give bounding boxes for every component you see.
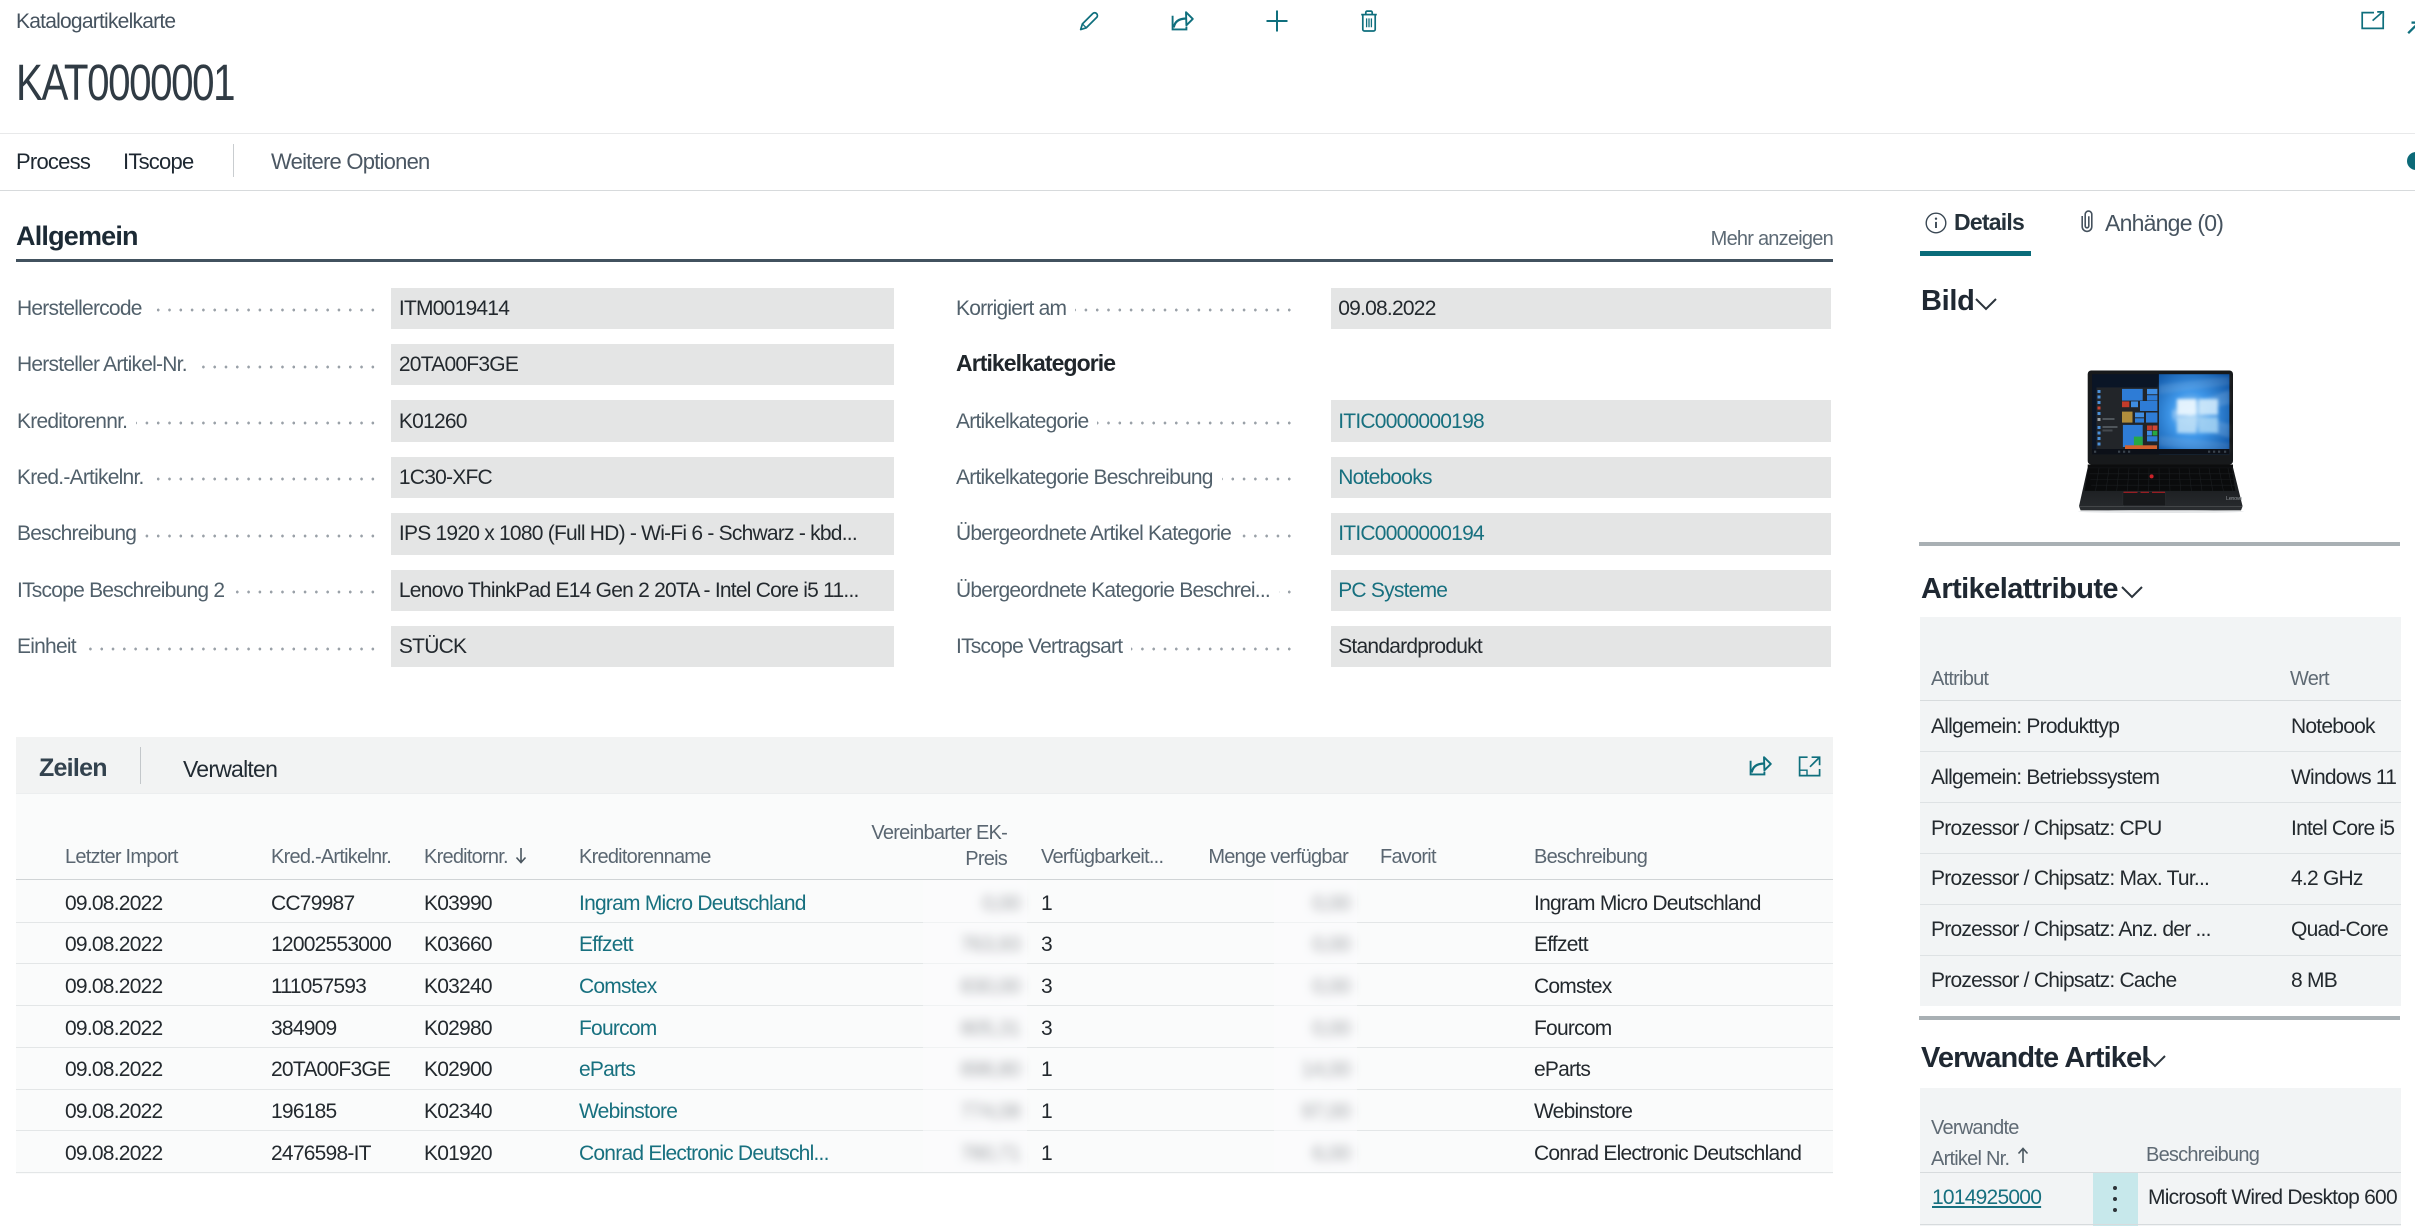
svg-text:Lenovo: Lenovo: [2226, 496, 2242, 502]
